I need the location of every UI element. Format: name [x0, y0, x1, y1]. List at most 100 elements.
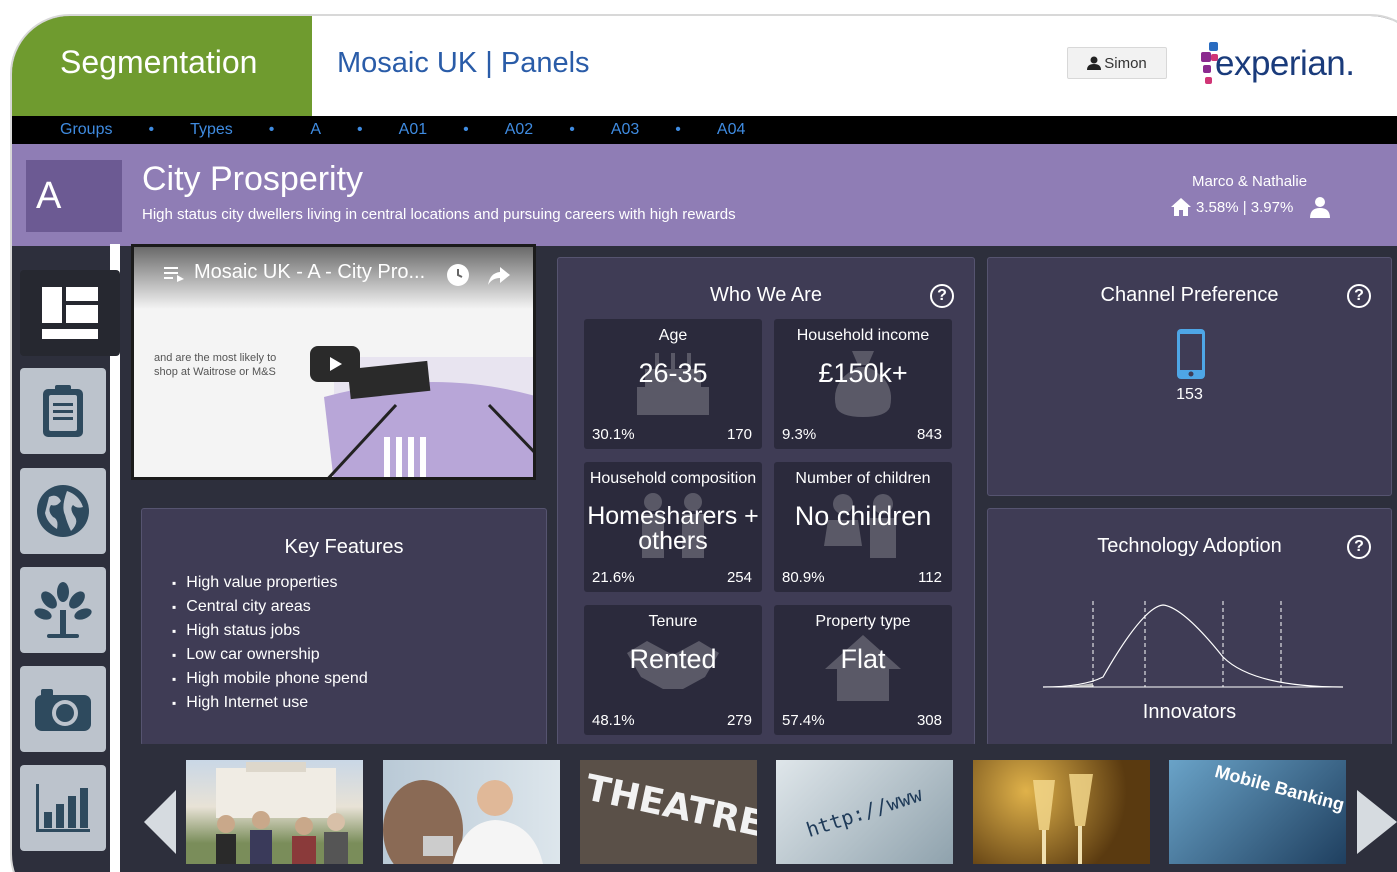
logo-text: experian.: [1215, 44, 1355, 83]
tile-label: Property type: [815, 613, 911, 630]
clipboard-icon: [43, 385, 83, 437]
bar-chart-icon: [36, 784, 90, 832]
crumb-a03[interactable]: A03: [611, 121, 639, 139]
sidebar-item-camera[interactable]: [20, 666, 106, 752]
tile-value: Homesharers + others: [587, 502, 759, 555]
tile-value: Flat: [840, 644, 886, 674]
who-we-are-panel: Who We Are ? Age 26-35 30.1% 170 Househo…: [557, 257, 975, 746]
thumbnail-mobile-banking[interactable]: Mobile Banking: [1169, 760, 1346, 864]
crumb-types[interactable]: Types: [190, 121, 233, 139]
tile-index: 254: [726, 569, 752, 586]
feature-item: Central city areas: [172, 595, 368, 619]
clock-icon[interactable]: [446, 263, 470, 287]
thumbnail-text: http://www: [803, 781, 926, 843]
play-button-icon[interactable]: [310, 346, 360, 382]
home-icon: [1171, 198, 1191, 216]
globe-icon: [37, 485, 89, 537]
tile-label: Household income: [796, 327, 930, 344]
sidebar-item-tree[interactable]: [20, 567, 106, 653]
crumb-groups[interactable]: Groups: [60, 121, 112, 139]
person-icon: [1310, 197, 1331, 218]
user-button[interactable]: Simon: [1067, 47, 1167, 79]
group-banner: A City Prosperity High status city dwell…: [12, 144, 1397, 246]
champagne-image: [1033, 774, 1093, 864]
user-icon: [1087, 56, 1102, 70]
technology-adoption-panel: Technology Adoption ? Innovators: [987, 508, 1392, 746]
channel-value: 153: [1176, 386, 1203, 403]
who-we-are-title: Who We Are: [710, 284, 822, 306]
key-features-panel: Key Features High value properties Centr…: [141, 508, 547, 746]
tile-percent: 9.3%: [782, 426, 817, 443]
crumb-a[interactable]: A: [310, 121, 321, 139]
tile-index: 843: [916, 426, 942, 443]
thumbnail-text: Mobile Banking: [1212, 761, 1346, 815]
tile-property-type[interactable]: Property type Flat 57.4% 308: [774, 605, 952, 735]
tile-percent: 57.4%: [782, 712, 825, 729]
feature-item: Low car ownership: [172, 643, 368, 667]
group-subtitle: High status city dwellers living in cent…: [142, 206, 736, 223]
tile-label: Age: [658, 327, 688, 344]
thumbnail-theatre[interactable]: THEATRE: [580, 760, 757, 864]
crumb-a01[interactable]: A01: [399, 121, 427, 139]
tile-label: Tenure: [648, 613, 698, 630]
thumbnail-http[interactable]: http://www: [776, 760, 953, 864]
thumbnail-family[interactable]: [186, 760, 363, 864]
group-title: City Prosperity: [142, 160, 364, 198]
experian-logo: experian.: [1197, 38, 1372, 98]
tile-percent: 48.1%: [592, 712, 635, 729]
tile-value: £150k+: [818, 358, 908, 388]
sidebar-item-dashboard[interactable]: [20, 270, 120, 356]
adoption-label: Innovators: [1142, 701, 1237, 723]
group-letter: A: [26, 160, 122, 232]
feature-item: High value properties: [172, 571, 368, 595]
video-player[interactable]: Mosaic UK - A - City Pro... and are the …: [131, 244, 536, 480]
tile-index: 170: [726, 426, 752, 443]
carousel-prev-icon[interactable]: [144, 790, 176, 854]
technology-adoption-title: Technology Adoption: [1097, 535, 1282, 557]
channel-preference-panel: Channel Preference ? 153: [987, 257, 1392, 496]
carousel-next-icon[interactable]: [1357, 790, 1397, 854]
adoption-curve: [1043, 601, 1343, 688]
sidebar-item-clipboard[interactable]: [20, 368, 106, 454]
help-icon[interactable]: ?: [930, 284, 954, 308]
thumbnail-doctor[interactable]: [383, 760, 560, 864]
feature-item: High Internet use: [172, 691, 368, 715]
share-icon[interactable]: [486, 265, 512, 287]
sidebar-item-chart[interactable]: [20, 765, 106, 851]
app-title: Mosaic UK | Panels: [337, 47, 590, 79]
tile-label: Household composition: [589, 470, 757, 487]
crumb-a04[interactable]: A04: [717, 121, 745, 139]
thumbnail-text: THEATRE: [581, 767, 757, 846]
playlist-icon: [164, 267, 184, 282]
tile-number-of-children[interactable]: Number of children No children 80.9% 112: [774, 462, 952, 592]
feature-item: High mobile phone spend: [172, 667, 367, 691]
tile-index: 308: [916, 712, 942, 729]
video-title: Mosaic UK - A - City Pro...: [194, 261, 426, 283]
help-icon[interactable]: ?: [1347, 535, 1371, 559]
help-icon[interactable]: ?: [1347, 284, 1371, 308]
tile-household-income[interactable]: Household income £150k+ 9.3% 843: [774, 319, 952, 449]
stats-text: 3.58% | 3.97%: [1196, 198, 1294, 216]
header: Segmentation Mosaic UK | Panels Simon ex…: [12, 16, 1397, 116]
tile-value: No children: [794, 501, 932, 531]
tile-age[interactable]: Age 26-35 30.1% 170: [584, 319, 762, 449]
video-caption: and are the most likely to shop at Waitr…: [154, 352, 277, 378]
key-features-title: Key Features: [284, 536, 404, 558]
tile-tenure[interactable]: Tenure Rented 48.1% 279: [584, 605, 762, 735]
brand-block: Segmentation: [12, 16, 312, 116]
representative-names: Marco & Nathalie: [1192, 173, 1308, 190]
thumbnail-champagne[interactable]: [973, 760, 1150, 864]
mobile-phone-icon: [1177, 329, 1205, 379]
tile-household-composition[interactable]: Household composition Homesharers + othe…: [584, 462, 762, 592]
crumb-a02[interactable]: A02: [505, 121, 533, 139]
tile-percent: 80.9%: [782, 569, 825, 586]
feature-item: High status jobs: [172, 619, 368, 643]
tile-percent: 21.6%: [592, 569, 635, 586]
dashboard-icon: [42, 287, 98, 339]
tile-index: 112: [918, 569, 942, 586]
sidebar-item-globe[interactable]: [20, 468, 106, 554]
tile-label: Number of children: [795, 470, 931, 487]
doctor-image: [383, 780, 543, 864]
brand-title: Segmentation: [60, 44, 258, 80]
key-features-list: High value properties Central city areas…: [172, 571, 368, 715]
